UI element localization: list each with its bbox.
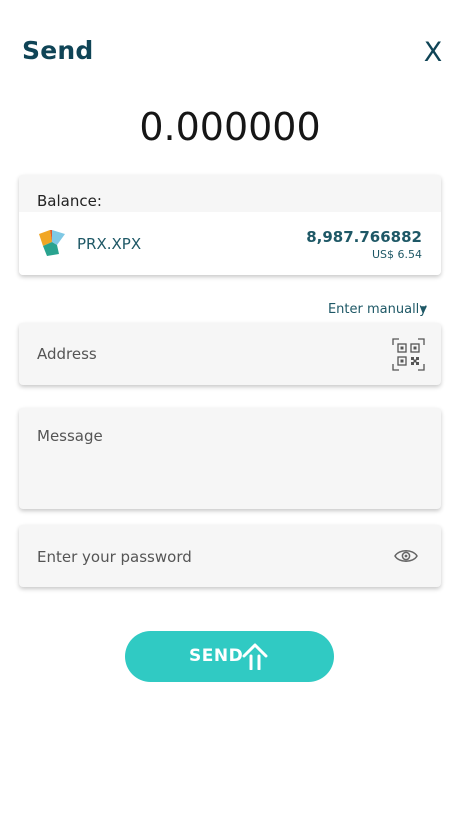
- close-button[interactable]: X: [418, 36, 448, 70]
- qr-code-scan-icon[interactable]: [392, 338, 425, 371]
- eye-icon[interactable]: [394, 547, 418, 565]
- send-button-label[interactable]: SEND: [189, 646, 243, 666]
- send-button[interactable]: SEND: [125, 631, 334, 682]
- message-input[interactable]: Message: [37, 427, 103, 445]
- caret-down-icon[interactable]: ▼: [420, 305, 427, 315]
- balance-label: Balance:: [37, 192, 102, 210]
- password-field[interactable]: Enter your password: [19, 525, 441, 587]
- token-balance-row[interactable]: PRX.XPX 8,987.766882 US$ 6.54: [19, 212, 441, 275]
- password-input[interactable]: Enter your password: [37, 548, 192, 566]
- arrow-up-icon[interactable]: [242, 642, 268, 670]
- amount-display[interactable]: 0.000000: [0, 105, 460, 149]
- token-amount: 8,987.766882: [306, 228, 422, 246]
- page-title: Send: [22, 36, 94, 65]
- token-usd-value: US$ 6.54: [371, 248, 422, 261]
- address-field[interactable]: Address: [19, 323, 441, 385]
- token-name: PRX.XPX: [77, 235, 142, 253]
- message-field[interactable]: Message: [19, 408, 441, 509]
- address-input[interactable]: Address: [37, 345, 97, 363]
- balance-card: Balance: PRX.XPX 8,987.766882 US$ 6.54: [19, 175, 441, 275]
- close-icon[interactable]: X: [424, 37, 443, 68]
- enter-manually-toggle[interactable]: Enter manually: [328, 302, 427, 317]
- proximax-logo-icon: [39, 230, 65, 256]
